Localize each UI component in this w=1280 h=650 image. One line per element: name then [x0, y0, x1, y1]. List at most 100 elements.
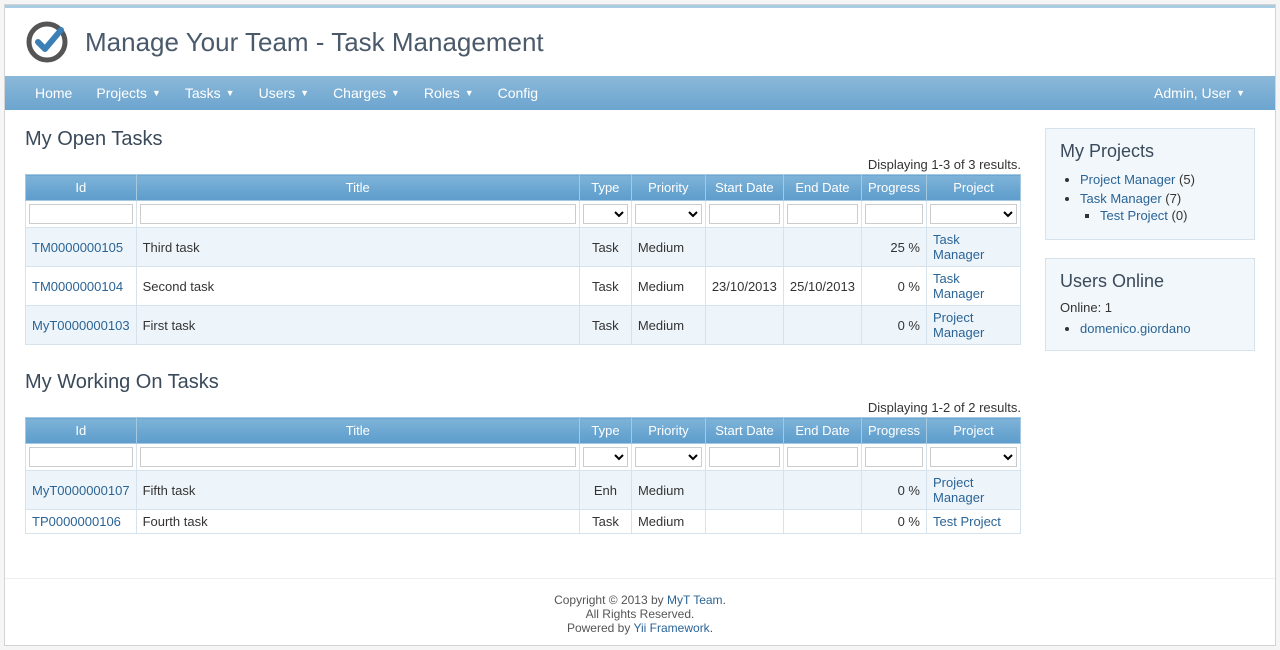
nav-home[interactable]: Home	[23, 77, 84, 109]
caret-icon: ▼	[465, 88, 474, 98]
project-link[interactable]: Test Project	[1100, 208, 1168, 223]
open-result-count: Displaying 1-3 of 3 results.	[25, 157, 1021, 172]
filter-title[interactable]	[140, 204, 576, 224]
working-tasks-table: Id Title Type Priority Start Date End Da…	[25, 417, 1021, 534]
cell-progress: 25 %	[861, 228, 926, 267]
team-link[interactable]: MyT Team	[667, 593, 723, 607]
my-projects-panel: My Projects Project Manager (5) Task Man…	[1045, 128, 1255, 240]
footer: Copyright © 2013 by MyT Team. All Rights…	[5, 578, 1275, 645]
cell-end	[783, 471, 861, 510]
cell-title: Fifth task	[136, 471, 579, 510]
cell-priority: Medium	[631, 228, 705, 267]
cell-progress: 0 %	[861, 306, 926, 345]
col-title[interactable]: Title	[136, 175, 579, 201]
cell-end	[783, 510, 861, 534]
col-start[interactable]: Start Date	[705, 418, 783, 444]
col-project[interactable]: Project	[927, 175, 1021, 201]
col-progress[interactable]: Progress	[861, 418, 926, 444]
cell-priority: Medium	[631, 471, 705, 510]
col-title[interactable]: Title	[136, 418, 579, 444]
filter-start[interactable]	[709, 447, 780, 467]
col-priority[interactable]: Priority	[631, 175, 705, 201]
framework-link[interactable]: Yii Framework	[633, 621, 709, 635]
col-id[interactable]: Id	[26, 175, 137, 201]
project-link[interactable]: Test Project	[933, 514, 1001, 529]
col-project[interactable]: Project	[927, 418, 1021, 444]
caret-icon: ▼	[226, 88, 235, 98]
caret-icon: ▼	[1236, 88, 1245, 98]
caret-icon: ▼	[391, 88, 400, 98]
table-row: TM0000000105 Third taskTaskMedium 25 %Task…	[26, 228, 1021, 267]
nav-projects[interactable]: Projects▼	[84, 77, 173, 109]
cell-start	[705, 471, 783, 510]
table-row: TP0000000106 Fourth taskTaskMedium 0 % Test…	[26, 510, 1021, 534]
project-link[interactable]: Task Manager	[933, 271, 984, 301]
task-id-link[interactable]: MyT0000000103	[32, 318, 130, 333]
project-link[interactable]: Project Manager	[933, 310, 984, 340]
filter-title[interactable]	[140, 447, 576, 467]
nav-roles[interactable]: Roles▼	[412, 77, 486, 109]
col-type[interactable]: Type	[579, 175, 631, 201]
filter-start[interactable]	[709, 204, 780, 224]
filter-row	[26, 201, 1021, 228]
nav-user-menu[interactable]: Admin, User▼	[1142, 77, 1257, 109]
cell-progress: 0 %	[861, 267, 926, 306]
project-link[interactable]: Project Manager	[933, 475, 984, 505]
filter-end[interactable]	[787, 447, 858, 467]
col-end[interactable]: End Date	[783, 418, 861, 444]
cell-type: Task	[579, 510, 631, 534]
filter-id[interactable]	[29, 204, 133, 224]
cell-type: Task	[579, 267, 631, 306]
user-link[interactable]: domenico.giordano	[1080, 321, 1191, 336]
open-tasks-table: Id Title Type Priority Start Date End Da…	[25, 174, 1021, 345]
nav-tasks[interactable]: Tasks▼	[173, 77, 247, 109]
project-link[interactable]: Task Manager	[1080, 191, 1162, 206]
nav-users[interactable]: Users▼	[247, 77, 321, 109]
cell-priority: Medium	[631, 267, 705, 306]
open-tasks-title: My Open Tasks	[25, 128, 1021, 151]
cell-title: Fourth task	[136, 510, 579, 534]
cell-progress: 0 %	[861, 510, 926, 534]
working-result-count: Displaying 1-2 of 2 results.	[25, 400, 1021, 415]
logo-icon	[25, 20, 69, 64]
project-item: Test Project (0)	[1100, 206, 1240, 225]
col-end[interactable]: End Date	[783, 175, 861, 201]
table-row: TM0000000104Second taskTaskMedium23/10/2…	[26, 267, 1021, 306]
cell-title: Third task	[136, 228, 579, 267]
nav-charges[interactable]: Charges▼	[321, 77, 412, 109]
filter-priority[interactable]	[635, 447, 702, 467]
project-link[interactable]: Project Manager	[1080, 172, 1175, 187]
online-status: Online: 1	[1060, 300, 1240, 315]
col-start[interactable]: Start Date	[705, 175, 783, 201]
col-type[interactable]: Type	[579, 418, 631, 444]
filter-progress[interactable]	[865, 204, 923, 224]
filter-project[interactable]	[930, 204, 1017, 224]
col-progress[interactable]: Progress	[861, 175, 926, 201]
cell-priority: Medium	[631, 306, 705, 345]
task-id-link[interactable]: TM0000000105	[32, 240, 123, 255]
cell-priority: Medium	[631, 510, 705, 534]
nav-config[interactable]: Config	[486, 77, 550, 109]
filter-id[interactable]	[29, 447, 133, 467]
filter-type[interactable]	[583, 447, 628, 467]
col-priority[interactable]: Priority	[631, 418, 705, 444]
task-id-link[interactable]: TM0000000104	[32, 279, 123, 294]
cell-type: Task	[579, 306, 631, 345]
project-link[interactable]: Task Manager	[933, 232, 984, 262]
cell-type: Task	[579, 228, 631, 267]
header: Manage Your Team - Task Management	[5, 5, 1275, 76]
col-id[interactable]: Id	[26, 418, 137, 444]
filter-project[interactable]	[930, 447, 1017, 467]
table-row: MyT0000000107Fifth taskEnhMedium0 %Proje…	[26, 471, 1021, 510]
project-item: Project Manager (5)	[1080, 170, 1240, 189]
task-id-link[interactable]: TP0000000106	[32, 514, 121, 529]
filter-end[interactable]	[787, 204, 858, 224]
cell-start	[705, 228, 783, 267]
cell-title: Second task	[136, 267, 579, 306]
task-id-link[interactable]: MyT0000000107	[32, 483, 130, 498]
filter-priority[interactable]	[635, 204, 702, 224]
filter-progress[interactable]	[865, 447, 923, 467]
cell-type: Enh	[579, 471, 631, 510]
cell-end	[783, 228, 861, 267]
filter-type[interactable]	[583, 204, 628, 224]
